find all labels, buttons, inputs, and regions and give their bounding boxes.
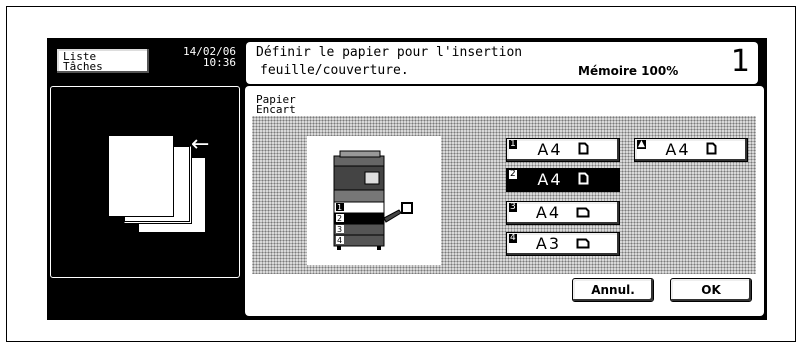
machine-tray-2: 2 — [337, 214, 342, 223]
job-list-label-line2: Tâches — [63, 60, 103, 73]
message-area: Définir le papier pour l'insertion feuil… — [246, 42, 758, 84]
machine-illustration: 1 2 3 4 — [307, 136, 441, 265]
bypass-tray-number: ▲ — [637, 139, 646, 149]
job-list-button[interactable]: Liste Tâches — [56, 48, 150, 74]
tray-1-number: 1 — [509, 139, 517, 149]
panel-title-line2: Encart — [256, 103, 296, 116]
date-time: 14/02/06 10:36 — [156, 46, 236, 68]
time: 10:36 — [202, 56, 236, 69]
paper-portrait-icon — [706, 142, 717, 155]
bypass-tray-button[interactable]: ▲ A4 — [634, 138, 748, 162]
message-line2: feuille/couverture. — [260, 63, 409, 78]
tray-4-label: A3 — [535, 234, 562, 253]
tray-4-number: 4 — [509, 233, 517, 243]
machine-tray-4: 4 — [337, 236, 342, 245]
tray-1-button[interactable]: 1 A4 — [506, 138, 620, 162]
tray-4-button[interactable]: 4 A3 — [506, 232, 620, 256]
tray-1-label: A4 — [537, 140, 563, 159]
machine-tray-3: 3 — [337, 225, 342, 234]
tray-2-button[interactable]: 2 A4 — [506, 168, 620, 192]
arrow-left-icon: ← — [191, 132, 210, 157]
message-line1: Définir le papier pour l'insertion — [256, 45, 523, 60]
ok-button[interactable]: OK — [670, 278, 752, 302]
paper-landscape-icon — [576, 238, 590, 249]
paper-portrait-icon — [578, 172, 589, 185]
tray-3-label: A4 — [535, 203, 562, 222]
copy-count: 1 — [730, 44, 750, 79]
paper-portrait-icon — [578, 142, 589, 155]
paper-landscape-icon — [576, 207, 590, 218]
tray-2-number: 2 — [509, 169, 517, 179]
copier-icon: 1 2 3 4 — [333, 150, 413, 250]
memory-status: Mémoire 100% — [578, 64, 679, 78]
cancel-button[interactable]: Annul. — [572, 278, 654, 302]
bypass-tray-label: A4 — [665, 140, 691, 159]
panel-title: Papier Encart — [256, 94, 296, 116]
machine-tray-1: 1 — [337, 203, 342, 212]
tray-2-label: A4 — [537, 170, 563, 189]
tray-3-number: 3 — [509, 202, 517, 212]
tray-3-button[interactable]: 3 A4 — [506, 201, 620, 225]
